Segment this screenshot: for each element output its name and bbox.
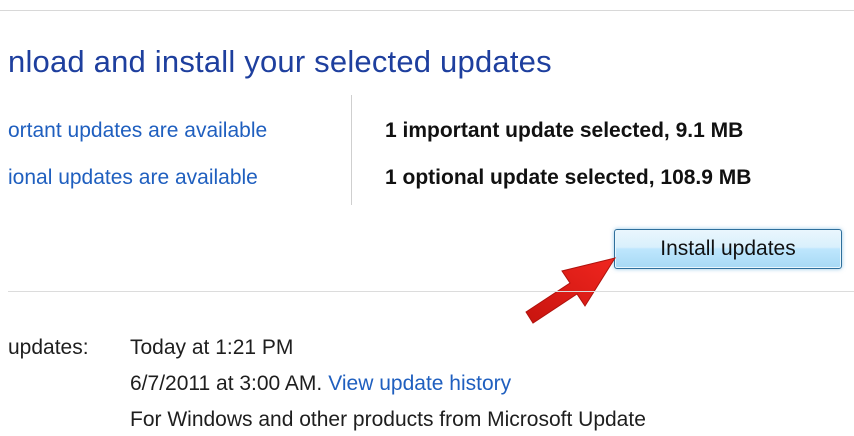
recent-check-value: Today at 1:21 PM [130,336,294,359]
optional-updates-link[interactable]: ional updates are available [8,166,258,190]
important-selection-summary: 1 important update selected, 9.1 MB [385,119,744,142]
important-updates-link[interactable]: ortant updates are available [8,119,267,143]
install-updates-button[interactable]: Install updates [614,229,842,269]
optional-selection-summary: 1 optional update selected, 108.9 MB [385,166,752,189]
section-divider [8,291,854,292]
receive-updates-value: For Windows and other products from Micr… [130,408,646,431]
vertical-divider [351,95,352,205]
top-divider [0,10,854,11]
page-heading: nload and install your selected updates [8,44,552,79]
red-arrow-icon [525,257,617,324]
view-update-history-link[interactable]: View update history [328,372,511,395]
recent-check-label: updates: [8,336,89,359]
installed-value: 6/7/2011 at 3:00 AM. [130,372,323,395]
installed-row: 6/7/2011 at 3:00 AM. View update history [130,372,511,396]
